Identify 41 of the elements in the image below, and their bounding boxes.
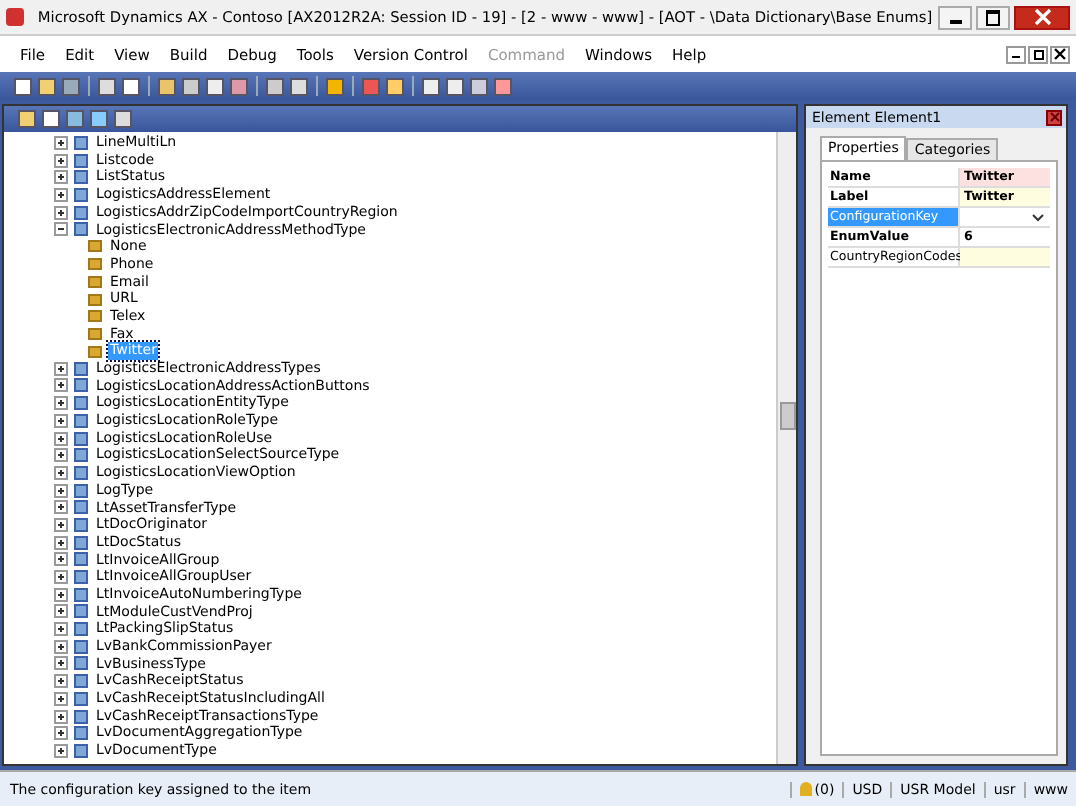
collapse-icon[interactable] bbox=[54, 222, 68, 237]
expand-icon[interactable] bbox=[54, 483, 68, 498]
expand-icon[interactable] bbox=[54, 205, 68, 220]
minimize-button[interactable] bbox=[938, 5, 972, 29]
expand-icon[interactable] bbox=[54, 413, 68, 428]
expand-icon[interactable] bbox=[54, 535, 68, 550]
expand-icon[interactable] bbox=[54, 500, 68, 515]
expand-icon[interactable] bbox=[54, 170, 68, 185]
expand-icon[interactable] bbox=[54, 378, 68, 393]
expand-icon[interactable] bbox=[54, 656, 68, 671]
expand-icon[interactable] bbox=[54, 639, 68, 654]
expand-icon[interactable] bbox=[54, 709, 68, 724]
expand-icon[interactable] bbox=[54, 465, 68, 480]
restore-button[interactable] bbox=[1028, 45, 1048, 63]
close-icon bbox=[1033, 8, 1051, 26]
restore-button[interactable] bbox=[976, 5, 1010, 29]
expand-icon[interactable] bbox=[54, 570, 68, 585]
close-button[interactable] bbox=[1050, 45, 1070, 63]
expand-icon[interactable] bbox=[54, 743, 68, 758]
close-icon bbox=[1054, 48, 1066, 60]
expand-icon[interactable] bbox=[54, 552, 68, 567]
expand-icon[interactable] bbox=[54, 726, 68, 741]
close-button[interactable] bbox=[1046, 109, 1062, 125]
expand-icon[interactable] bbox=[54, 135, 68, 150]
scrollbar[interactable] bbox=[776, 132, 796, 764]
expand-icon[interactable] bbox=[54, 691, 68, 706]
expand-icon[interactable] bbox=[54, 396, 68, 411]
expand-icon[interactable] bbox=[54, 517, 68, 532]
close-icon bbox=[1049, 112, 1059, 122]
expand-icon[interactable] bbox=[54, 431, 68, 446]
minimize-button[interactable] bbox=[1006, 45, 1026, 63]
expand-icon[interactable] bbox=[54, 187, 68, 202]
expand-icon[interactable] bbox=[54, 448, 68, 463]
expand-icon[interactable] bbox=[54, 153, 68, 168]
close-button[interactable] bbox=[1014, 5, 1070, 29]
expand-icon[interactable] bbox=[54, 622, 68, 637]
expand-icon[interactable] bbox=[54, 674, 68, 689]
expand-icon[interactable] bbox=[54, 587, 68, 602]
expand-icon[interactable] bbox=[54, 604, 68, 619]
app-icon bbox=[6, 8, 24, 26]
expand-icon[interactable] bbox=[54, 361, 68, 376]
